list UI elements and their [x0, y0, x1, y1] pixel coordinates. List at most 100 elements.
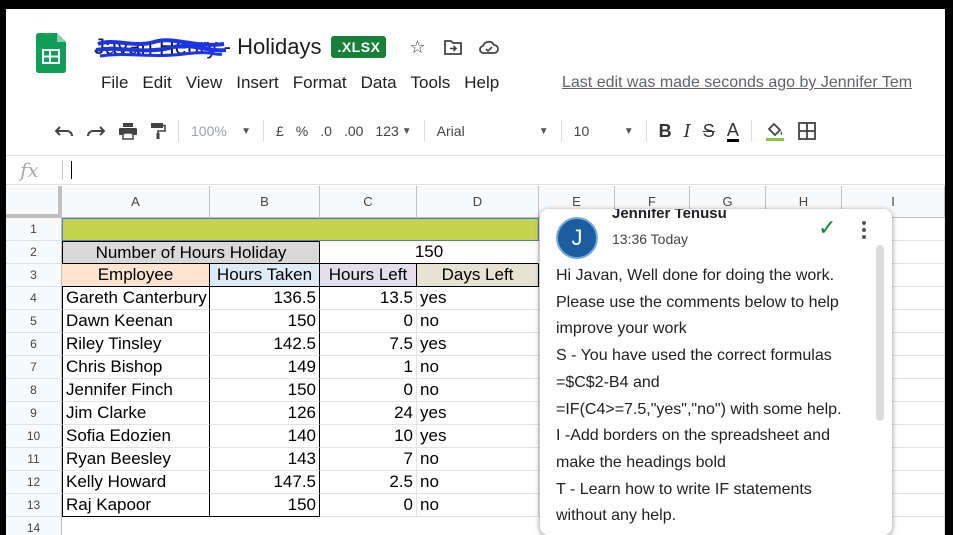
strikethrough-button[interactable]: S	[697, 117, 721, 145]
move-to-folder-icon[interactable]	[442, 36, 464, 58]
print-icon[interactable]	[112, 117, 144, 145]
days-left-cell[interactable]: no	[417, 379, 539, 402]
comment-scrollbar[interactable]	[876, 245, 884, 421]
row-header-8[interactable]: 8	[6, 379, 62, 402]
days-left-cell[interactable]: no	[417, 356, 539, 379]
employee-name-cell[interactable]: Raj Kapoor	[62, 494, 210, 517]
row-header-7[interactable]: 7	[6, 356, 62, 379]
hours-taken-cell[interactable]: 150	[210, 310, 320, 333]
header-cell-days-left[interactable]: Days Left	[417, 264, 539, 287]
hours-left-cell[interactable]: 0	[320, 494, 417, 517]
currency-format-button[interactable]: £	[270, 117, 290, 145]
document-title[interactable]: Javan Henry - Holidays	[94, 34, 321, 60]
row-header-13[interactable]: 13	[6, 494, 62, 517]
employee-name-cell[interactable]: Jennifer Finch	[62, 379, 210, 402]
header-cell-hours-taken[interactable]: Hours Taken	[210, 264, 320, 287]
hours-left-cell[interactable]: 13.5	[320, 287, 417, 310]
menu-format[interactable]: Format	[286, 73, 354, 93]
menu-view[interactable]: View	[179, 73, 230, 93]
hours-left-cell[interactable]: 1	[320, 356, 417, 379]
row1-highlight-cell[interactable]	[62, 218, 539, 241]
hours-taken-cell[interactable]: 150	[210, 494, 320, 517]
font-select[interactable]: Arial ▼	[431, 117, 555, 145]
hours-left-cell[interactable]: 0	[320, 310, 417, 333]
menu-insert[interactable]: Insert	[229, 73, 286, 93]
row-header-3[interactable]: 3	[6, 264, 62, 287]
hours-taken-cell[interactable]: 126	[210, 402, 320, 425]
hours-left-cell[interactable]: 10	[320, 425, 417, 448]
more-options-icon[interactable]	[862, 221, 866, 242]
employee-name-cell[interactable]: Jim Clarke	[62, 402, 210, 425]
days-left-cell[interactable]: yes	[417, 402, 539, 425]
percent-format-button[interactable]: %	[290, 117, 314, 145]
increase-decimal-button[interactable]: .00	[338, 117, 369, 145]
font-size-select[interactable]: 10 ▼	[568, 117, 640, 145]
column-header-d[interactable]: D	[417, 186, 539, 218]
row-header-6[interactable]: 6	[6, 333, 62, 356]
days-left-cell[interactable]: no	[417, 310, 539, 333]
menu-data[interactable]: Data	[354, 73, 404, 93]
summary-label-cell[interactable]: Number of Hours Holiday	[62, 241, 320, 264]
hours-taken-cell[interactable]: 142.5	[210, 333, 320, 356]
days-left-cell[interactable]: no	[417, 471, 539, 494]
fill-color-icon[interactable]	[758, 117, 792, 145]
hours-left-cell[interactable]: 7	[320, 448, 417, 471]
days-left-cell[interactable]: yes	[417, 287, 539, 310]
cloud-status-icon[interactable]	[478, 36, 500, 58]
resolve-check-icon[interactable]: ✓	[818, 215, 836, 241]
menu-help[interactable]: Help	[457, 73, 506, 93]
row-header-4[interactable]: 4	[6, 287, 62, 310]
hours-left-cell[interactable]: 0	[320, 379, 417, 402]
borders-icon[interactable]	[792, 117, 822, 145]
employee-name-cell[interactable]: Gareth Canterbury	[62, 287, 210, 310]
hours-taken-cell[interactable]: 140	[210, 425, 320, 448]
row-header-12[interactable]: 12	[6, 471, 62, 494]
menu-file[interactable]: File	[94, 73, 135, 93]
column-header-b[interactable]: B	[210, 186, 320, 218]
column-header-c[interactable]: C	[320, 186, 417, 218]
employee-name-cell[interactable]: Ryan Beesley	[62, 448, 210, 471]
sheets-logo-icon[interactable]	[36, 33, 66, 73]
zoom-select[interactable]: 100% ▼	[185, 117, 257, 145]
hours-left-cell[interactable]: 24	[320, 402, 417, 425]
italic-button[interactable]: I	[678, 117, 697, 145]
row-header-11[interactable]: 11	[6, 448, 62, 471]
hours-taken-cell[interactable]: 149	[210, 356, 320, 379]
hours-taken-cell[interactable]: 136.5	[210, 287, 320, 310]
employee-name-cell[interactable]: Dawn Keenan	[62, 310, 210, 333]
formula-input[interactable]	[71, 161, 72, 179]
hours-taken-cell[interactable]: 147.5	[210, 471, 320, 494]
more-formats-button[interactable]: 123 ▼	[369, 117, 417, 145]
star-icon[interactable]: ☆	[406, 36, 428, 58]
hours-left-cell[interactable]: 2.5	[320, 471, 417, 494]
summary-value-cell[interactable]: 150	[320, 241, 539, 264]
column-header-a[interactable]: A	[62, 186, 210, 218]
hours-taken-cell[interactable]: 143	[210, 448, 320, 471]
days-left-cell[interactable]: yes	[417, 333, 539, 356]
text-color-button[interactable]: A	[721, 117, 745, 145]
undo-icon[interactable]	[48, 117, 80, 145]
hours-left-cell[interactable]: 7.5	[320, 333, 417, 356]
menu-tools[interactable]: Tools	[404, 73, 458, 93]
row-header-1[interactable]: 1	[6, 218, 62, 241]
days-left-cell[interactable]: yes	[417, 425, 539, 448]
last-edit-link[interactable]: Last edit was made seconds ago by Jennif…	[562, 74, 912, 92]
select-all-corner[interactable]	[6, 186, 62, 218]
hours-taken-cell[interactable]: 150	[210, 379, 320, 402]
row-header-14[interactable]: 14	[6, 517, 62, 535]
menu-edit[interactable]: Edit	[135, 73, 178, 93]
row-header-2[interactable]: 2	[6, 241, 62, 264]
bold-button[interactable]: B	[653, 117, 678, 145]
decrease-decimal-button[interactable]: .0	[314, 117, 338, 145]
row-header-10[interactable]: 10	[6, 425, 62, 448]
paint-format-icon[interactable]	[144, 117, 172, 145]
days-left-cell[interactable]: no	[417, 448, 539, 471]
days-left-cell[interactable]: no	[417, 494, 539, 517]
comment-card[interactable]: J Jennifer Tenusu 13:36 Today ✓ Hi Javan…	[540, 209, 892, 535]
employee-name-cell[interactable]: Chris Bishop	[62, 356, 210, 379]
employee-name-cell[interactable]: Kelly Howard	[62, 471, 210, 494]
row-header-9[interactable]: 9	[6, 402, 62, 425]
employee-name-cell[interactable]: Sofia Edozien	[62, 425, 210, 448]
employee-name-cell[interactable]: Riley Tinsley	[62, 333, 210, 356]
header-cell-hours-left[interactable]: Hours Left	[320, 264, 417, 287]
